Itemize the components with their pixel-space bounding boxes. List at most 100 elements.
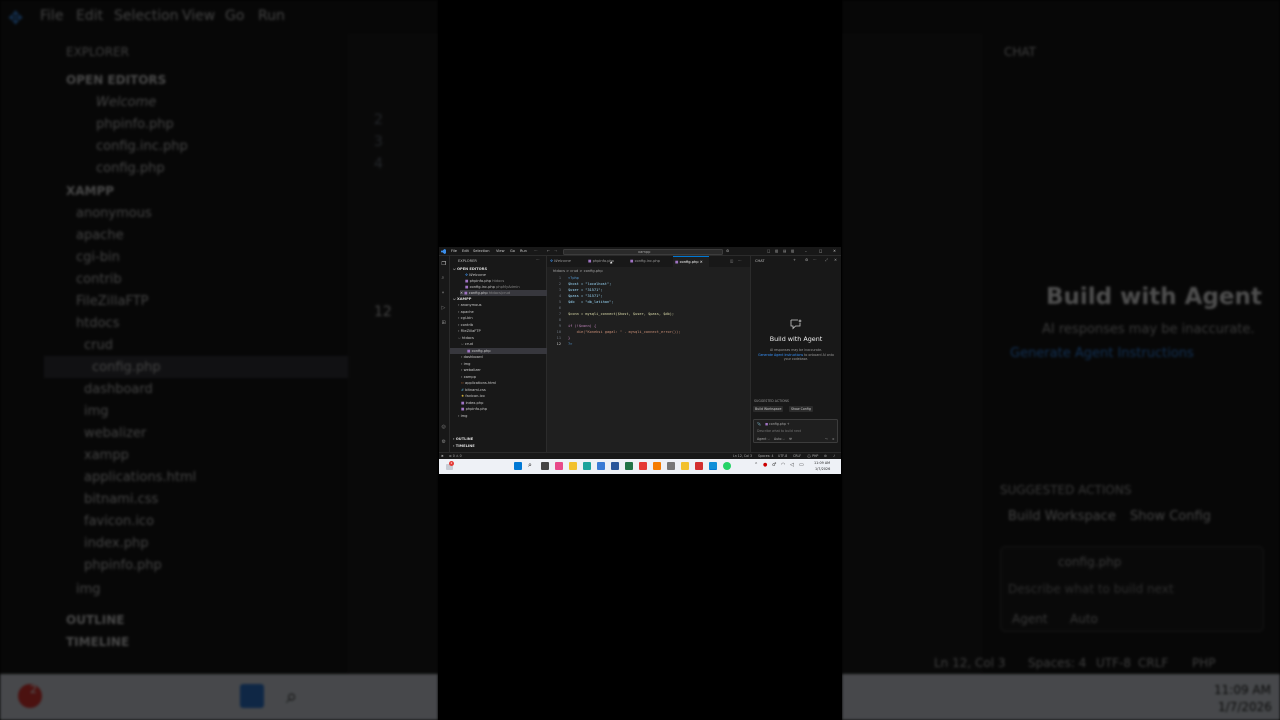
app-icon[interactable]: [667, 462, 675, 470]
clock-time[interactable]: 11:09 AM: [814, 461, 830, 465]
explorer-icon[interactable]: ❐: [442, 261, 446, 267]
start-button[interactable]: [514, 462, 522, 470]
language-mode[interactable]: {} PHP: [807, 454, 818, 458]
store-icon[interactable]: [597, 462, 605, 470]
encoding[interactable]: UTF-8: [778, 454, 787, 458]
xampp-icon[interactable]: [653, 462, 661, 470]
copilot-icon[interactable]: ⚙: [726, 249, 729, 253]
edge-icon[interactable]: [583, 462, 591, 470]
run-debug-icon[interactable]: ▷: [442, 305, 446, 311]
tree-folder[interactable]: › webalizer: [461, 367, 481, 373]
clock-date[interactable]: 1/7/2026: [815, 467, 830, 471]
tree-file[interactable]: ■ phpinfo.php: [461, 406, 487, 412]
word-icon[interactable]: [611, 462, 619, 470]
copilot-status-icon[interactable]: ⚙: [824, 454, 827, 458]
code-view[interactable]: 1 2 3 4 5 6 7 8 9 10 11 12 <?php $host =…: [547, 276, 750, 346]
tree-file[interactable]: # bitnami.css: [461, 387, 486, 393]
battery-icon[interactable]: ▭: [799, 462, 804, 468]
chat-input-box[interactable]: 📎 ■ config.php + Describe what to build …: [753, 419, 838, 443]
microphone-icon[interactable]: ♂: [772, 462, 776, 468]
tree-folder[interactable]: › xampp: [461, 374, 476, 380]
toggle-secondary-icon[interactable]: ▥: [791, 249, 794, 253]
cursor-position[interactable]: Ln 12, Col 3: [733, 454, 752, 458]
menu-selection[interactable]: Selection: [473, 249, 490, 253]
tab-welcome[interactable]: ✥ Welcome: [550, 256, 571, 267]
toggle-panel-icon[interactable]: ▤: [783, 249, 786, 253]
split-editor-icon[interactable]: ◫: [730, 259, 733, 263]
tree-folder[interactable]: › img: [461, 361, 470, 367]
close-editor-icon[interactable]: ✕: [460, 291, 463, 295]
tree-file[interactable]: ■ index.php: [461, 400, 483, 406]
chat-more-icon[interactable]: ⋯: [813, 258, 817, 262]
back-arrow-icon[interactable]: ←: [547, 249, 550, 253]
menu-run[interactable]: Run: [520, 249, 527, 253]
menu-edit[interactable]: Edit: [462, 249, 469, 253]
breadcrumb[interactable]: htdocs > crud > config.php: [553, 269, 603, 273]
tree-folder[interactable]: › img: [458, 413, 467, 419]
toggle-sidebar-icon[interactable]: ▥: [775, 249, 778, 253]
generate-instructions-link[interactable]: Generate Agent Instructions: [758, 353, 803, 357]
menu-go[interactable]: Go: [510, 249, 515, 253]
editor-more-icon[interactable]: ⋯: [738, 259, 742, 263]
app-icon[interactable]: [695, 462, 703, 470]
extensions-icon[interactable]: ⊞: [442, 320, 446, 326]
copilot-app-icon[interactable]: [555, 462, 563, 470]
tree-file-selected[interactable]: ■ config.php: [450, 347, 547, 354]
indentation[interactable]: Spaces: 4: [758, 454, 774, 458]
vscode-taskbar-icon[interactable]: [709, 462, 717, 470]
task-view-icon[interactable]: [541, 462, 549, 470]
search-taskbar-icon[interactable]: ⌕: [528, 461, 532, 470]
tree-folder[interactable]: › apache: [458, 309, 474, 315]
tree-folder[interactable]: › FileZillaFTP: [458, 328, 481, 334]
close-chat-icon[interactable]: ✕: [834, 258, 837, 262]
outline-header[interactable]: › OUTLINE: [453, 436, 473, 442]
folder-icon[interactable]: [681, 462, 689, 470]
chat-settings-icon[interactable]: ⚙: [805, 258, 808, 262]
tree-folder[interactable]: › cgi-bin: [458, 315, 473, 321]
agent-mode-select[interactable]: Agent ⌵: [757, 437, 770, 441]
timeline-header[interactable]: › TIMELINE: [453, 443, 475, 449]
new-chat-icon[interactable]: +: [793, 258, 796, 262]
remote-icon[interactable]: ✖: [441, 454, 444, 458]
show-config-button[interactable]: Show Config: [789, 406, 813, 412]
delegate-icon[interactable]: ↪: [825, 437, 828, 441]
chat-input-placeholder[interactable]: Describe what to build next: [757, 429, 801, 433]
attach-icon[interactable]: 📎: [757, 422, 761, 426]
close-icon[interactable]: ✕: [833, 249, 836, 253]
tab-config-inc[interactable]: ■ config.inc.php: [630, 256, 660, 267]
tools-icon[interactable]: ⚒: [789, 437, 792, 441]
widgets-icon[interactable]: 2: [445, 461, 454, 471]
context-chip[interactable]: ■ config.php +: [765, 422, 790, 426]
build-workspace-button[interactable]: Build Workspace: [753, 406, 784, 412]
whatsapp-icon[interactable]: [723, 462, 731, 470]
chrome-icon[interactable]: [639, 462, 647, 470]
model-select[interactable]: Auto ⌵: [774, 437, 785, 441]
tab-close-icon[interactable]: ✕: [700, 260, 703, 264]
maximize-icon[interactable]: □: [819, 249, 822, 253]
tray-chevron-icon[interactable]: ⌃: [754, 462, 758, 468]
excel-icon[interactable]: [625, 462, 633, 470]
open-editor-item-active[interactable]: ✕ ■ config.php htdocs\crud: [460, 290, 547, 296]
notifications-icon[interactable]: ♪: [833, 454, 835, 458]
tray-app-icon[interactable]: ●: [763, 462, 767, 468]
send-icon[interactable]: ➤: [832, 437, 835, 441]
tab-config-active[interactable]: ■ config.php ✕: [673, 256, 709, 267]
wifi-icon[interactable]: ◠: [781, 462, 785, 468]
forward-arrow-icon[interactable]: →: [554, 249, 557, 253]
source-control-icon[interactable]: ⑂: [442, 290, 445, 296]
tree-file[interactable]: ★ favicon.ico: [461, 393, 485, 399]
line-ending[interactable]: CRLF: [793, 454, 801, 458]
more-icon[interactable]: ⋯: [534, 249, 538, 253]
tree-folder[interactable]: ⌵ htdocs: [458, 335, 474, 341]
menu-file[interactable]: File: [451, 249, 457, 253]
menu-view[interactable]: View: [496, 249, 505, 253]
tree-folder[interactable]: › anonymous: [458, 302, 482, 308]
tree-folder[interactable]: › dashboard: [461, 354, 483, 360]
tree-file[interactable]: ‹› applications.html: [461, 380, 496, 386]
maximize-chat-icon[interactable]: ⤢: [825, 258, 828, 262]
settings-gear-icon[interactable]: ⚙: [442, 439, 446, 445]
account-icon[interactable]: ◎: [442, 424, 446, 430]
minimize-icon[interactable]: –: [805, 249, 807, 253]
search-icon[interactable]: ⌕: [442, 275, 445, 281]
layout-icon[interactable]: □: [767, 249, 770, 253]
